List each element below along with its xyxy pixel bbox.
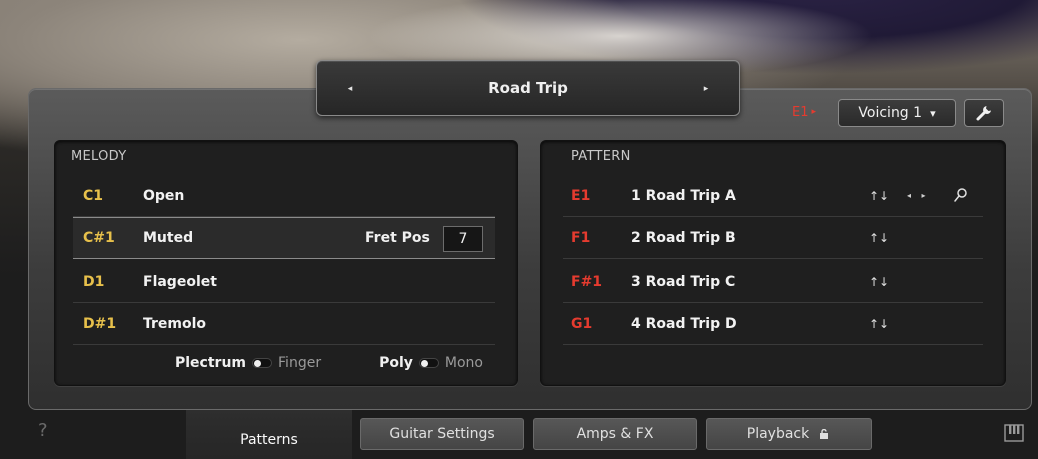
- pattern-row-d[interactable]: G1 4 Road Trip D ↑↓: [563, 303, 983, 345]
- melody-articulation: Flageolet: [143, 273, 217, 290]
- tab-label: Playback: [746, 426, 810, 442]
- preset-name[interactable]: Road Trip: [488, 79, 568, 97]
- pattern-key-marker: ▸: [811, 107, 817, 117]
- pattern-name: 1 Road Trip A: [631, 187, 736, 204]
- help-icon[interactable]: ?: [38, 420, 48, 441]
- melody-articulation: Tremolo: [143, 315, 207, 332]
- pattern-name: 3 Road Trip C: [631, 273, 736, 290]
- pattern-row-c[interactable]: F#1 3 Road Trip C ↑↓: [563, 261, 983, 303]
- sort-icon[interactable]: ↑↓: [869, 189, 889, 203]
- poly-label: Poly: [379, 355, 413, 371]
- pattern-row-a[interactable]: E1 1 Road Trip A ↑↓ ◂ ▸: [563, 175, 983, 217]
- tab-playback[interactable]: Playback: [706, 418, 872, 450]
- melody-row-tremolo[interactable]: D#1 Tremolo: [73, 303, 495, 345]
- wrench-icon: [976, 106, 991, 121]
- melody-row-flageolet[interactable]: D1 Flageolet: [73, 261, 495, 303]
- sort-icon[interactable]: ↑↓: [869, 317, 889, 331]
- pattern-row-b[interactable]: F1 2 Road Trip B ↑↓: [563, 217, 983, 259]
- keyboard-icon[interactable]: [1004, 424, 1024, 442]
- tab-label: Patterns: [240, 431, 298, 448]
- melody-note: D1: [83, 273, 105, 290]
- pattern-note: F1: [571, 229, 591, 246]
- plectrum-finger-toggle[interactable]: [252, 358, 273, 368]
- voicing-dropdown[interactable]: Voicing 1 ▾: [838, 99, 956, 127]
- pattern-key-label: E1: [792, 104, 809, 120]
- pattern-title: PATTERN: [571, 149, 631, 164]
- next-preset-button[interactable]: ▸: [695, 79, 717, 99]
- melody-note: C1: [83, 187, 104, 204]
- preset-selector[interactable]: ◂ Road Trip ▸: [316, 60, 740, 116]
- tab-amps-fx[interactable]: Amps & FX: [533, 418, 697, 450]
- melody-panel: MELODY C1 Open C#1 Muted Fret Pos 7 D1 F…: [54, 140, 518, 386]
- melody-note: C#1: [83, 230, 115, 246]
- pattern-key-indicator: E1 ▸: [792, 96, 816, 128]
- melody-title: MELODY: [71, 149, 127, 164]
- pattern-name: 2 Road Trip B: [631, 229, 736, 246]
- voicing-value: Voicing 1: [858, 105, 923, 121]
- pattern-nav-arrows[interactable]: ◂ ▸: [907, 191, 930, 200]
- sort-icon[interactable]: ↑↓: [869, 231, 889, 245]
- settings-button[interactable]: [964, 99, 1004, 127]
- melody-row-muted[interactable]: C#1 Muted Fret Pos 7: [73, 217, 495, 259]
- tab-patterns[interactable]: Patterns: [186, 410, 352, 459]
- toggle-row: Plectrum Finger Poly Mono: [175, 355, 483, 371]
- pattern-name: 4 Road Trip D: [631, 315, 737, 332]
- search-icon[interactable]: [953, 187, 969, 203]
- tab-label: Amps & FX: [576, 426, 654, 442]
- poly-mono-toggle[interactable]: [418, 358, 439, 368]
- fret-pos-label: Fret Pos: [365, 230, 430, 246]
- tab-label: Guitar Settings: [389, 426, 495, 442]
- melody-articulation: Open: [143, 187, 185, 204]
- melody-note: D#1: [83, 315, 117, 332]
- mono-label: Mono: [444, 355, 483, 371]
- sort-icon[interactable]: ↑↓: [869, 275, 889, 289]
- tab-guitar-settings[interactable]: Guitar Settings: [360, 418, 524, 450]
- pattern-note: F#1: [571, 273, 603, 290]
- chevron-down-icon: ▾: [930, 106, 936, 120]
- pattern-panel: PATTERN E1 1 Road Trip A ↑↓ ◂ ▸ F1 2 Roa…: [540, 140, 1006, 386]
- melody-row-open[interactable]: C1 Open: [73, 175, 495, 217]
- pattern-note: E1: [571, 187, 591, 204]
- lock-icon: [820, 429, 829, 439]
- fret-pos-value[interactable]: 7: [443, 226, 483, 252]
- prev-preset-button[interactable]: ◂: [339, 79, 361, 99]
- plectrum-label: Plectrum: [175, 355, 247, 371]
- finger-label: Finger: [278, 355, 322, 371]
- melody-articulation: Muted: [143, 230, 194, 246]
- pattern-note: G1: [571, 315, 593, 332]
